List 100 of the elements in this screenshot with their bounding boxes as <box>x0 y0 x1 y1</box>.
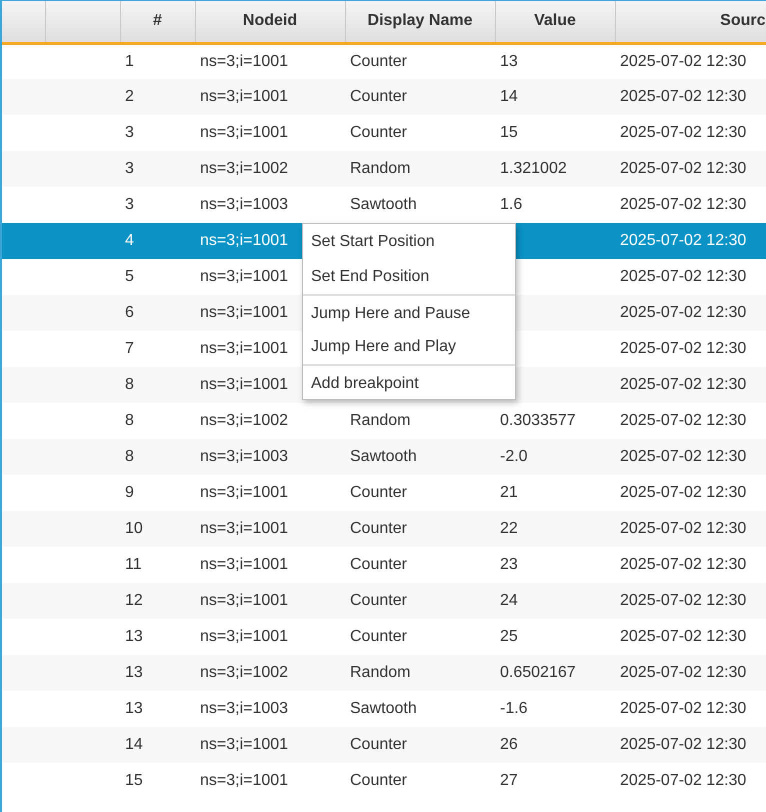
table-cell: Sawtooth <box>350 700 417 717</box>
table-cell[interactable]: 7 <box>125 340 134 357</box>
table-cell: 13 <box>500 52 518 70</box>
table-cell: -2.0 <box>500 448 528 465</box>
table-cell[interactable]: 5 <box>125 268 134 285</box>
table-cell: Random <box>350 664 410 681</box>
table-cell: Counter <box>350 52 407 70</box>
table-cell[interactable]: 14 <box>125 736 143 753</box>
table-cell: ns=3;i=1001 <box>200 592 288 609</box>
table-cell: Sawtooth <box>350 448 417 465</box>
table-cell: 2025-07-02 12:30 <box>620 772 746 789</box>
table-cell[interactable]: 10 <box>125 520 143 537</box>
table-cell: ns=3;i=1003 <box>200 448 288 465</box>
column-header[interactable] <box>2 1 45 43</box>
menu-item[interactable]: Jump Here and Play <box>303 329 515 364</box>
table-cell[interactable]: 1 <box>125 52 134 70</box>
table-cell: Random <box>350 412 410 429</box>
table-cell[interactable]: 13 <box>125 700 143 717</box>
table-cell: ns=3;i=1001 <box>200 52 288 70</box>
table-cell[interactable]: 3 <box>125 196 134 213</box>
table-cell[interactable]: 15 <box>125 772 143 789</box>
table-cell: ns=3;i=1001 <box>200 556 288 573</box>
table-cell[interactable]: 13 <box>125 664 143 681</box>
table-cell: 2025-07-02 12:30 <box>620 160 746 177</box>
table-cell: ns=3;i=1001 <box>200 520 288 537</box>
table-cell: 2025-07-02 12:30 <box>620 376 746 393</box>
table-cell: Counter <box>350 628 407 645</box>
table-cell: 2025-07-02 12:30 <box>620 448 746 465</box>
column-header[interactable]: Display Name <box>345 1 495 43</box>
table-cell: 2025-07-02 12:30 <box>620 520 746 537</box>
table-cell: 2025-07-02 12:30 <box>620 592 746 609</box>
table-cell: -1.6 <box>500 700 528 717</box>
table-cell: 2025-07-02 12:30 <box>620 88 746 105</box>
table-cell: 21 <box>500 484 518 501</box>
table-cell: ns=3;i=1002 <box>200 412 288 429</box>
table-cell: 0.6502167 <box>500 664 576 681</box>
table-cell: ns=3;i=1001 <box>200 484 288 501</box>
table-cell[interactable]: 9 <box>125 484 134 501</box>
table-cell: ns=3;i=1001 <box>200 736 288 753</box>
table-cell[interactable]: 3 <box>125 124 134 141</box>
table-cell: 26 <box>500 736 518 753</box>
table-cell[interactable]: 6 <box>125 304 134 321</box>
menu-item[interactable]: Jump Here and Pause <box>303 294 515 329</box>
table-cell: 2025-07-02 12:30 <box>620 556 746 573</box>
table-cell: ns=3;i=1001 <box>200 340 288 357</box>
table-cell: ns=3;i=1001 <box>200 124 288 141</box>
column-header[interactable]: # <box>120 1 195 43</box>
table-cell: 2025-07-02 12:30 <box>620 340 746 357</box>
column-header[interactable]: Value <box>495 1 615 43</box>
table-cell: ns=3;i=1001 <box>200 88 288 105</box>
table-cell: ns=3;i=1001 <box>200 628 288 645</box>
table-cell: 2025-07-02 12:30 <box>620 700 746 717</box>
table-cell: 2025-07-02 12:30 <box>620 736 746 753</box>
table-cell: 2025-07-02 12:30 <box>620 412 746 429</box>
table-cell: Counter <box>350 772 407 789</box>
table-cell: 2025-07-02 12:30 <box>620 304 746 321</box>
table-cell[interactable]: 12 <box>125 592 143 609</box>
table-cell: Random <box>350 160 410 177</box>
table-cell: ns=3;i=1001 <box>200 268 288 285</box>
table-cell: 27 <box>500 772 518 789</box>
table-cell: ns=3;i=1003 <box>200 700 288 717</box>
table-cell: 23 <box>500 556 518 573</box>
table-cell: Counter <box>350 592 407 609</box>
table-cell: 25 <box>500 628 518 645</box>
table-cell: Sawtooth <box>350 196 417 213</box>
table-cell: 0.3033577 <box>500 412 576 429</box>
table-cell[interactable]: 8 <box>125 376 134 393</box>
menu-item[interactable]: Set End Position <box>303 259 515 294</box>
column-header[interactable]: Nodeid <box>195 1 345 43</box>
table-cell: 2025-07-02 12:30 <box>620 664 746 681</box>
table-cell: 2025-07-02 12:30 <box>620 484 746 501</box>
table-cell: ns=3;i=1001 <box>200 232 288 249</box>
table-cell: ns=3;i=1002 <box>200 160 288 177</box>
table-cell[interactable]: 2 <box>125 88 134 105</box>
table-cell: ns=3;i=1001 <box>200 304 288 321</box>
table-cell: Counter <box>350 484 407 501</box>
table-cell: 1.6 <box>500 196 522 213</box>
table-cell: Counter <box>350 736 407 753</box>
menu-item[interactable]: Set Start Position <box>303 224 515 259</box>
table-cell: ns=3;i=1003 <box>200 196 288 213</box>
menu-item[interactable]: Add breakpoint <box>303 364 515 399</box>
table-cell[interactable]: 8 <box>125 412 134 429</box>
column-header[interactable] <box>45 1 120 43</box>
table-cell[interactable]: 3 <box>125 160 134 177</box>
table-cell: 2025-07-02 12:30 <box>620 124 746 141</box>
table-cell[interactable]: 11 <box>125 556 142 573</box>
table-cell: Counter <box>350 520 407 537</box>
table-cell: 22 <box>500 520 518 537</box>
column-header[interactable]: Sourc <box>615 1 766 43</box>
table-cell: 1.321002 <box>500 160 567 177</box>
table-cell: 15 <box>500 124 518 141</box>
table-cell: ns=3;i=1001 <box>200 772 288 789</box>
table-cell: ns=3;i=1002 <box>200 664 288 681</box>
table-cell: Counter <box>350 88 407 105</box>
table-cell[interactable]: 4 <box>125 232 134 249</box>
table-cell: Counter <box>350 124 407 141</box>
table-cell: 2025-07-02 12:30 <box>620 628 746 645</box>
table-cell[interactable]: 8 <box>125 448 134 465</box>
table-cell[interactable]: 13 <box>125 628 143 645</box>
table-cell: 2025-07-02 12:30 <box>620 196 746 213</box>
